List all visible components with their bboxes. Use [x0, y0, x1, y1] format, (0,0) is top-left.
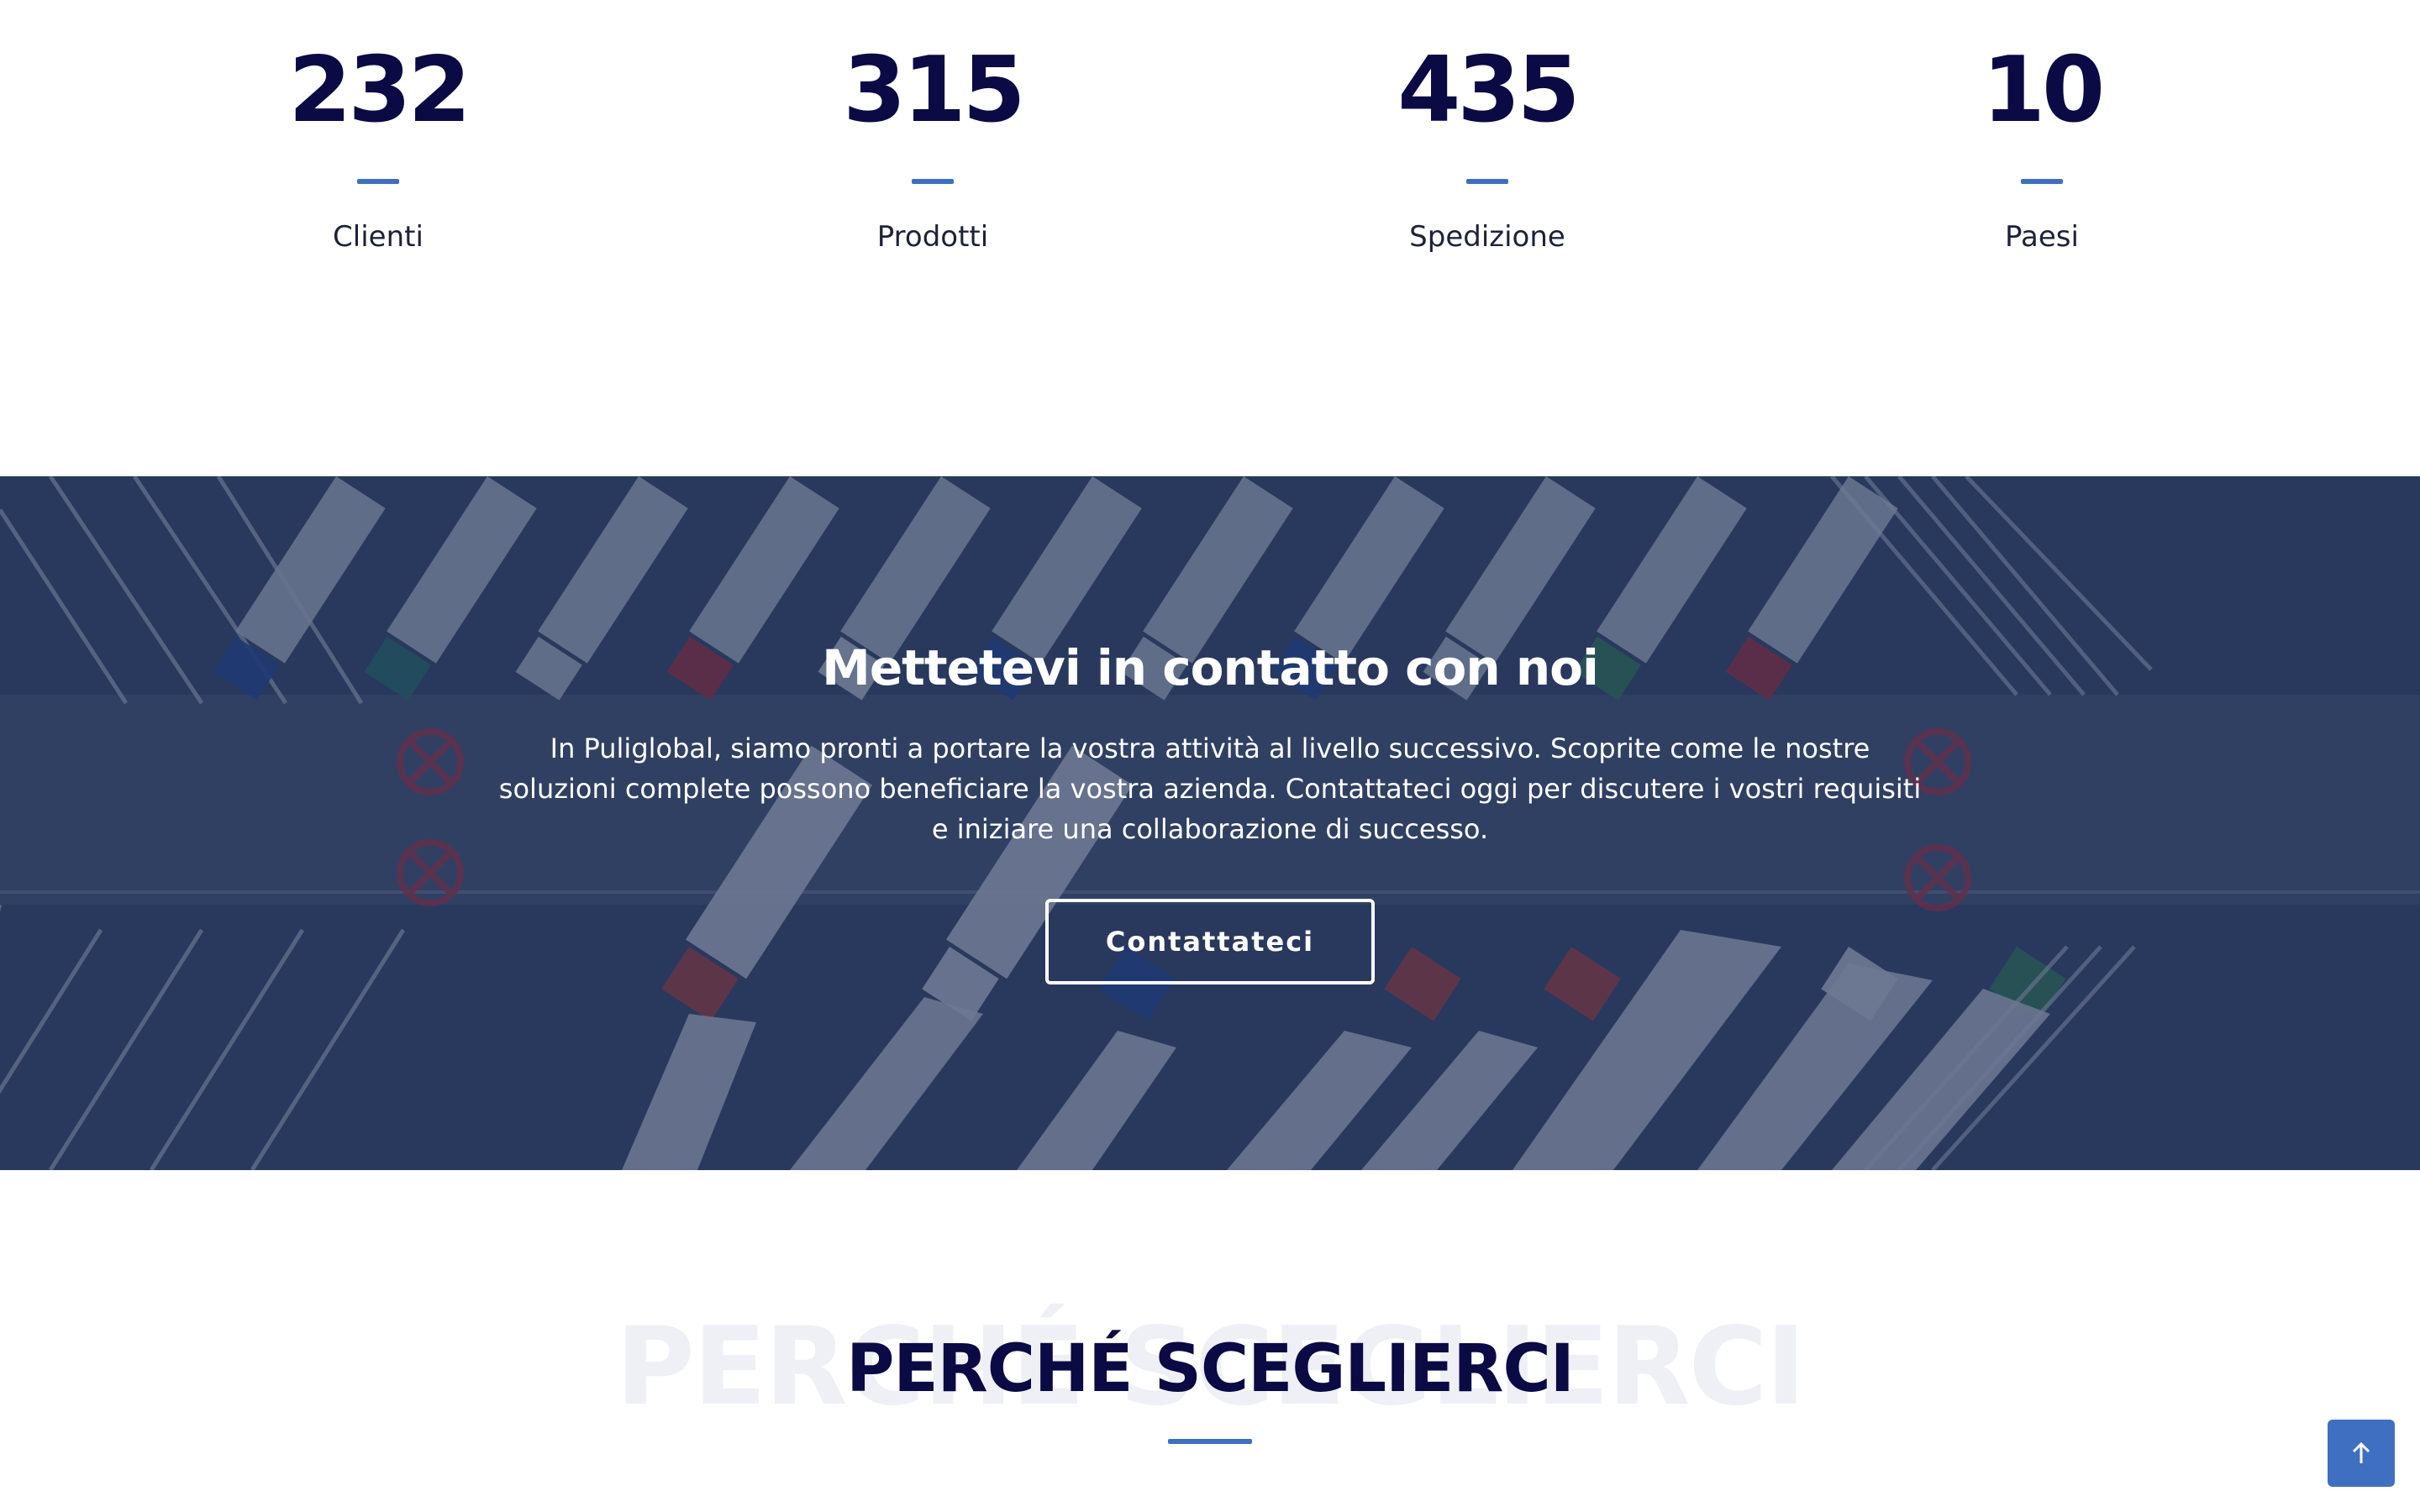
- stat-label: Spedizione: [1409, 220, 1565, 254]
- stat-label: Prodotti: [876, 220, 989, 254]
- contact-description: In Puliglobal, siamo pronti a portare la…: [498, 732, 1922, 845]
- contact-us-button[interactable]: Contattateci: [1045, 899, 1375, 984]
- back-to-top-button[interactable]: [2328, 1420, 2395, 1487]
- stats-section: 232 Clienti 315 Prodotti 435 Spedizione …: [0, 0, 2420, 476]
- stat-number: 435: [1397, 38, 1580, 143]
- contact-banner: Mettetevi in contatto con noi In Puliglo…: [0, 476, 2420, 1170]
- stat-label: Clienti: [333, 220, 424, 254]
- stat-divider: [2021, 179, 2063, 184]
- stat-divider: [912, 179, 954, 184]
- arrow-up-icon: [2352, 1441, 2370, 1463]
- contact-title: Mettetevi in contatto con noi: [822, 639, 1599, 696]
- stat-number: 10: [1981, 38, 2105, 143]
- section-title-divider: [1168, 1439, 1252, 1444]
- section-title: PERCHÉ SCEGLIERCI: [846, 1331, 1575, 1407]
- page: 232 Clienti 315 Prodotti 435 Spedizione …: [0, 0, 2420, 1512]
- stat-divider: [1466, 179, 1508, 184]
- stat-number: 315: [843, 38, 1025, 143]
- stat-number: 232: [288, 38, 471, 143]
- stat-divider: [357, 179, 399, 184]
- stat-label: Paesi: [2005, 220, 2079, 254]
- why-us-section: PERCHÉ SCEGLIERCI PERCHÉ SCEGLIERCI: [0, 1170, 2420, 1512]
